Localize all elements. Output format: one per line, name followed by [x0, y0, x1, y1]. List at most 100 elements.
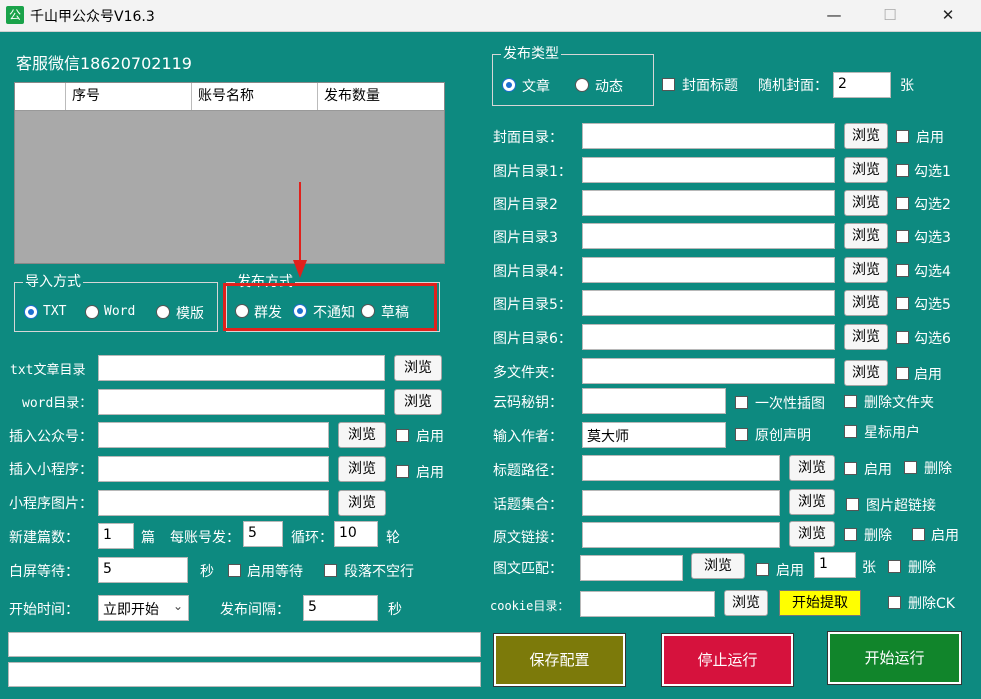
- word-dir-browse-button[interactable]: 浏览: [394, 389, 442, 415]
- image-dir-6-input[interactable]: [582, 324, 835, 350]
- radio-template[interactable]: [156, 305, 170, 319]
- radio-article[interactable]: [502, 78, 516, 92]
- import-mode-title: 导入方式: [23, 273, 83, 291]
- image-dir-6-checkbox[interactable]: [896, 331, 909, 344]
- original-link-enable-checkbox[interactable]: [912, 528, 925, 541]
- start-run-button[interactable]: 开始运行: [827, 631, 962, 685]
- image-dir-5-browse-button[interactable]: 浏览: [844, 290, 888, 316]
- insert-account-browse-button[interactable]: 浏览: [338, 422, 386, 448]
- account-table[interactable]: 序号 账号名称 发布数量: [14, 82, 445, 264]
- image-dir-4-browse-button[interactable]: 浏览: [844, 257, 888, 283]
- insert-miniprogram-browse-button[interactable]: 浏览: [338, 456, 386, 482]
- original-link-enable-label: 启用: [931, 528, 959, 544]
- image-dir-3-checkbox[interactable]: [896, 230, 909, 243]
- interval-unit: 秒: [388, 602, 402, 618]
- author-input[interactable]: 莫大师: [582, 422, 726, 448]
- image-match-browse-button[interactable]: 浏览: [691, 553, 745, 579]
- image-dir-3-input[interactable]: [582, 223, 835, 249]
- image-hyperlink-checkbox[interactable]: [846, 498, 859, 511]
- log-field-1[interactable]: [8, 632, 481, 657]
- multi-folder-browse-button[interactable]: 浏览: [844, 360, 888, 386]
- close-button[interactable]: ✕: [928, 4, 968, 26]
- interval-input[interactable]: 5: [303, 595, 378, 621]
- cloud-key-input[interactable]: [582, 388, 726, 414]
- loop-unit: 轮: [386, 530, 400, 546]
- insert-miniprogram-enable-checkbox[interactable]: [396, 465, 409, 478]
- image-dir-4-input[interactable]: [582, 257, 835, 283]
- maximize-button[interactable]: ☐: [870, 4, 910, 26]
- image-dir-2-browse-button[interactable]: 浏览: [844, 190, 888, 216]
- multi-folder-input[interactable]: [582, 358, 835, 384]
- original-link-input[interactable]: [582, 522, 780, 548]
- cover-dir-enable-checkbox[interactable]: [896, 130, 909, 143]
- radio-word[interactable]: [85, 305, 99, 319]
- stop-run-button[interactable]: 停止运行: [661, 633, 794, 687]
- delete-folder-checkbox[interactable]: [844, 395, 857, 408]
- image-match-input[interactable]: [580, 555, 683, 581]
- image-dir-2-input[interactable]: [582, 190, 835, 216]
- delete-ck-checkbox[interactable]: [888, 596, 901, 609]
- title-path-input[interactable]: [582, 455, 780, 481]
- insert-account-enable-checkbox[interactable]: [396, 429, 409, 442]
- miniprogram-image-label: 小程序图片：: [9, 496, 93, 512]
- start-time-select[interactable]: 立即开始 ⌄: [98, 595, 189, 621]
- image-dir-5-input[interactable]: [582, 290, 835, 316]
- original-link-delete-checkbox[interactable]: [844, 528, 857, 541]
- image-dir-6-browse-button[interactable]: 浏览: [844, 324, 888, 350]
- cover-dir-browse-button[interactable]: 浏览: [844, 123, 888, 149]
- one-time-insert-checkbox[interactable]: [735, 396, 748, 409]
- cookie-dir-input[interactable]: [580, 591, 715, 617]
- title-path-enable-checkbox[interactable]: [844, 462, 857, 475]
- cover-title-checkbox[interactable]: [662, 78, 675, 91]
- word-dir-input[interactable]: [98, 389, 385, 415]
- save-config-button[interactable]: 保存配置: [493, 633, 626, 687]
- white-wait-input[interactable]: 5: [98, 557, 188, 583]
- image-dir-5-checkbox[interactable]: [896, 297, 909, 310]
- enable-wait-label: 启用等待: [247, 564, 303, 580]
- image-dir-1-input[interactable]: [582, 157, 835, 183]
- txt-dir-input[interactable]: [98, 355, 385, 381]
- multi-folder-enable-checkbox[interactable]: [896, 367, 909, 380]
- original-link-browse-button[interactable]: 浏览: [789, 521, 835, 547]
- insert-account-input[interactable]: [98, 422, 329, 448]
- title-path-browse-button[interactable]: 浏览: [789, 455, 835, 481]
- minimize-button[interactable]: —: [814, 4, 854, 26]
- image-match-enable-checkbox[interactable]: [756, 563, 769, 576]
- header-account-name[interactable]: 账号名称: [191, 83, 317, 110]
- per-account-input[interactable]: 5: [243, 521, 283, 547]
- miniprogram-image-browse-button[interactable]: 浏览: [338, 490, 386, 516]
- no-blank-line-checkbox[interactable]: [324, 564, 337, 577]
- star-user-checkbox[interactable]: [844, 425, 857, 438]
- txt-dir-browse-button[interactable]: 浏览: [394, 355, 442, 381]
- radio-article-label: 文章: [522, 79, 550, 95]
- enable-wait-checkbox[interactable]: [228, 564, 241, 577]
- image-match-delete-checkbox[interactable]: [888, 560, 901, 573]
- header-publish-count[interactable]: 发布数量: [317, 83, 444, 110]
- image-dir-2-checkbox[interactable]: [896, 197, 909, 210]
- image-match-label: 图文匹配：: [493, 561, 563, 577]
- insert-miniprogram-input[interactable]: [98, 456, 329, 482]
- original-declare-checkbox[interactable]: [735, 428, 748, 441]
- cover-dir-input[interactable]: [582, 123, 835, 149]
- header-index[interactable]: 序号: [65, 83, 191, 110]
- image-match-count-input[interactable]: 1: [814, 552, 856, 578]
- image-dir-4-checkbox[interactable]: [896, 264, 909, 277]
- miniprogram-image-input[interactable]: [98, 490, 329, 516]
- new-count-input[interactable]: 1: [98, 523, 134, 549]
- per-account-label: 每账号发：: [170, 530, 240, 546]
- start-extract-button[interactable]: 开始提取: [779, 590, 861, 616]
- image-dir-1-browse-button[interactable]: 浏览: [844, 157, 888, 183]
- loop-input[interactable]: 10: [334, 521, 378, 547]
- topic-set-input[interactable]: [582, 490, 780, 516]
- multi-folder-label: 多文件夹：: [493, 365, 563, 381]
- radio-dynamic[interactable]: [575, 78, 589, 92]
- image-dir-1-check-label: 勾选1: [914, 164, 951, 180]
- log-field-2[interactable]: [8, 662, 481, 687]
- radio-txt[interactable]: [24, 305, 38, 319]
- topic-set-browse-button[interactable]: 浏览: [789, 489, 835, 515]
- image-dir-1-checkbox[interactable]: [896, 164, 909, 177]
- random-cover-input[interactable]: 2: [833, 72, 891, 98]
- image-dir-3-browse-button[interactable]: 浏览: [844, 223, 888, 249]
- cookie-dir-browse-button[interactable]: 浏览: [724, 590, 768, 616]
- title-path-delete-checkbox[interactable]: [904, 461, 917, 474]
